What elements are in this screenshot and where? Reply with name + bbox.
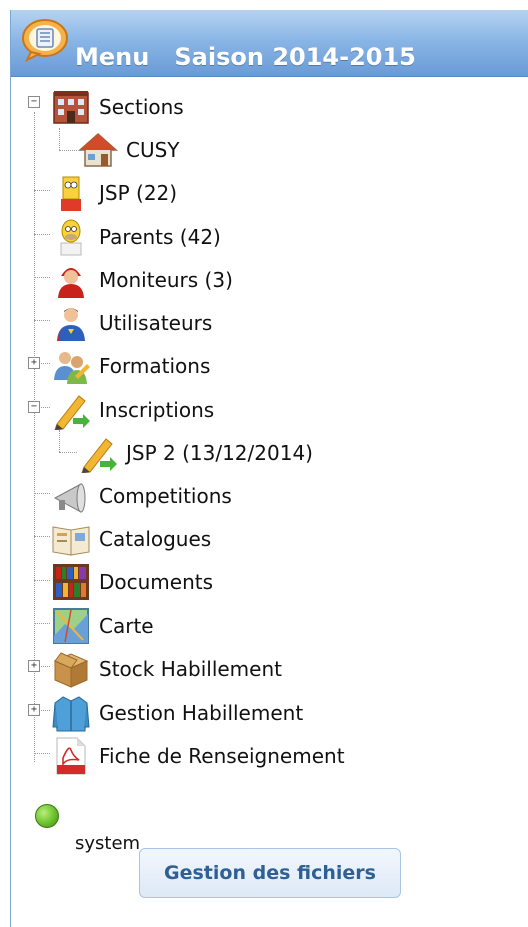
tree-item-documents[interactable]: Documents xyxy=(51,562,213,602)
tree-item-stock-habillement[interactable]: Stock Habillement xyxy=(51,649,282,689)
tree-connector xyxy=(34,493,50,494)
tree-item-competitions[interactable]: Competitions xyxy=(51,476,232,516)
tree-item-label: Carte xyxy=(99,614,154,638)
menu-panel: Menu Saison 2014-2015 − + − + + Sections… xyxy=(10,10,528,927)
status-label: system xyxy=(75,833,141,854)
users-edit-icon xyxy=(54,352,90,384)
tree-item-gestion-habillement[interactable]: Gestion Habillement xyxy=(51,693,303,733)
tree-item-label: JSP 2 (13/12/2014) xyxy=(126,441,313,465)
tree-item-parents[interactable]: Parents (42) xyxy=(51,217,221,257)
tree-connector xyxy=(59,452,77,453)
superhero-icon xyxy=(57,308,85,341)
pencil-arrow-icon xyxy=(54,395,90,430)
tree-item-label: JSP (22) xyxy=(99,181,178,205)
map-icon xyxy=(53,608,89,644)
tree-item-catalogues[interactable]: Catalogues xyxy=(51,519,211,559)
tree-item-label: CUSY xyxy=(126,138,180,162)
tree-connector xyxy=(39,666,50,667)
tree-connector xyxy=(34,623,50,624)
tree-connector xyxy=(34,320,50,321)
open-book-icon xyxy=(52,526,90,556)
expand-toggle-formations[interactable]: + xyxy=(28,357,40,369)
tree-item-label: Inscriptions xyxy=(99,398,215,422)
jacket-icon xyxy=(52,696,90,732)
tree-connector xyxy=(39,407,50,408)
tree-connector xyxy=(34,753,50,754)
collapse-toggle-sections[interactable]: − xyxy=(28,96,40,108)
bart-icon xyxy=(61,176,81,211)
tree-item-label: Utilisateurs xyxy=(99,311,213,335)
tree-item-label: Documents xyxy=(99,570,214,594)
collapse-toggle-inscriptions[interactable]: − xyxy=(28,401,40,413)
homer-icon xyxy=(60,219,82,256)
tree-connector xyxy=(34,234,50,235)
tree-item-label: Fiche de Renseignement xyxy=(99,744,345,768)
tree-item-moniteurs[interactable]: Moniteurs (3) xyxy=(51,260,233,300)
tree-connector xyxy=(59,430,60,452)
files-management-button[interactable]: Gestion des fichiers xyxy=(139,848,401,898)
tree-item-label: Moniteurs (3) xyxy=(99,268,233,292)
navigation-tree: − + − + + Sections CUSY JSP (22) Parents… xyxy=(11,10,528,927)
tree-item-formations[interactable]: Formations xyxy=(51,346,210,386)
megaphone-icon xyxy=(53,483,86,513)
tree-connector xyxy=(34,190,50,191)
tree-item-label: Gestion Habillement xyxy=(99,701,304,725)
status-indicator-icon xyxy=(35,804,59,828)
tree-item-cusy[interactable]: CUSY xyxy=(78,130,180,170)
expand-toggle-stock-habillement[interactable]: + xyxy=(28,660,40,672)
tree-item-label: Catalogues xyxy=(99,527,212,551)
tree-item-fiche-de-renseignement[interactable]: Fiche de Renseignement xyxy=(51,736,345,776)
tree-connector xyxy=(34,536,50,537)
tree-item-sections[interactable]: Sections xyxy=(51,87,184,127)
building-icon xyxy=(53,91,89,124)
house-icon xyxy=(78,132,118,167)
tree-item-utilisateurs[interactable]: Utilisateurs xyxy=(51,303,212,343)
tree-connector xyxy=(39,710,50,711)
tree-item-label: Formations xyxy=(99,354,211,378)
bookshelf-icon xyxy=(53,564,89,600)
box-icon xyxy=(53,652,89,688)
tree-item-label: Parents (42) xyxy=(99,225,221,249)
tree-connector xyxy=(34,277,50,278)
tree-connector xyxy=(59,128,60,150)
tree-item-label: Sections xyxy=(99,95,184,119)
tree-item-jsp[interactable]: JSP (22) xyxy=(51,173,177,213)
pdf-icon xyxy=(56,737,86,775)
files-management-label: Gestion des fichiers xyxy=(164,862,376,884)
tree-item-label: Competitions xyxy=(99,484,232,508)
tree-item-label: Stock Habillement xyxy=(99,657,282,681)
expand-toggle-gestion-habillement[interactable]: + xyxy=(28,704,40,716)
tree-connector xyxy=(34,580,50,581)
tree-item-inscriptions[interactable]: Inscriptions xyxy=(51,390,214,430)
tree-item-carte[interactable]: Carte xyxy=(51,606,154,646)
tree-connector xyxy=(59,150,77,151)
firefighter-icon xyxy=(58,268,84,298)
pencil-arrow-icon xyxy=(81,438,117,473)
tree-item-jsp-2[interactable]: JSP 2 (13/12/2014) xyxy=(78,433,313,473)
tree-connector xyxy=(39,363,50,364)
